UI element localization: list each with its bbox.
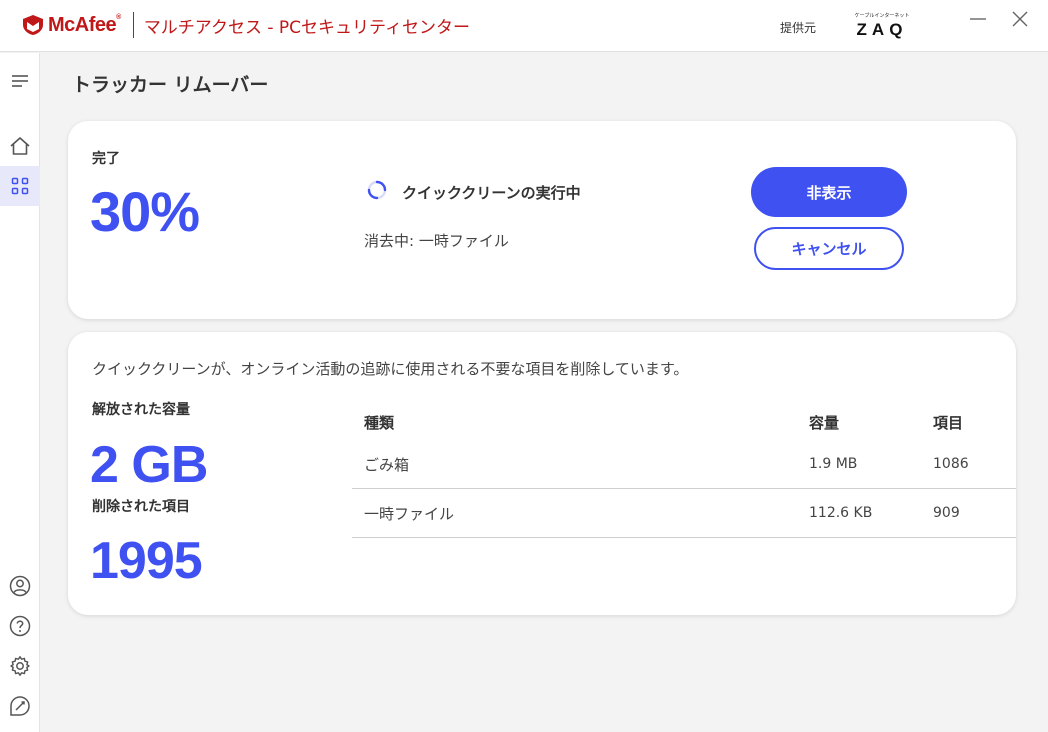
menu-button[interactable]: [0, 61, 40, 101]
title-bar: McAfee® マルチアクセス - PCセキュリティセンター 提供元 ケーブルイ…: [0, 0, 1048, 52]
row-size: 1.9 MB: [809, 456, 858, 472]
sidebar-item-settings[interactable]: [0, 646, 40, 686]
close-icon: [1012, 11, 1028, 27]
sidebar-item-home[interactable]: [0, 126, 40, 166]
loading-spinner-icon: [367, 180, 387, 200]
brand-separator: [132, 12, 134, 38]
removed-items-value: 1995: [90, 532, 203, 590]
brand-registered-mark: ®: [116, 13, 121, 21]
close-button[interactable]: [1002, 6, 1038, 32]
sidebar-item-help[interactable]: [0, 606, 40, 646]
provider-logo: ケーブルインターネット ZAQ: [850, 12, 914, 42]
column-header-type: 種類: [364, 413, 395, 432]
provider-label: 提供元: [780, 21, 817, 35]
table-row: ごみ箱 1.9 MB 1086: [352, 440, 1016, 489]
removed-items-label: 削除された項目: [92, 499, 190, 515]
feedback-icon: [10, 696, 30, 716]
cancel-button[interactable]: キャンセル: [754, 227, 904, 270]
row-items: 909: [933, 505, 960, 521]
minimize-icon: [970, 18, 986, 20]
menu-icon: [12, 75, 28, 87]
status-text: クイッククリーンの実行中: [402, 184, 581, 202]
apps-grid-icon: [11, 177, 29, 195]
row-size: 112.6 KB: [809, 505, 873, 521]
mcafee-shield-icon: [23, 15, 43, 35]
results-table: 種類 容量 項目 ごみ箱 1.9 MB 1086 一時ファイル 112.6 KB…: [352, 404, 1016, 538]
brand: McAfee® マルチアクセス - PCセキュリティセンター: [22, 12, 470, 38]
provider-logo-small-text: ケーブルインターネット: [854, 13, 910, 19]
account-icon: [9, 575, 31, 597]
row-type: 一時ファイル: [364, 504, 455, 523]
row-type: ごみ箱: [364, 455, 410, 474]
row-items: 1086: [933, 456, 969, 472]
minimize-button[interactable]: [960, 6, 996, 32]
hide-button[interactable]: 非表示: [751, 167, 907, 217]
summary-description: クイッククリーンが、オンライン活動の追跡に使用される不要な項目を削除しています。: [92, 360, 689, 378]
brand-name: McAfee®: [48, 13, 121, 36]
sidebar-item-account[interactable]: [0, 566, 40, 606]
done-label: 完了: [92, 151, 120, 167]
home-icon: [10, 137, 30, 155]
settings-icon: [10, 656, 30, 676]
help-icon: [9, 615, 31, 637]
sub-status-text: 消去中: 一時ファイル: [364, 232, 509, 250]
freed-space-value: 2 GB: [90, 436, 208, 494]
product-name: マルチアクセス - PCセキュリティセンター: [143, 17, 471, 38]
progress-card: 完了 30% クイッククリーンの実行中 消去中: 一時ファイル 非表示 キャンセ…: [68, 121, 1016, 319]
sidebar: [0, 53, 40, 732]
table-header: 種類 容量 項目: [352, 404, 1016, 440]
provider-logo-main-text: ZAQ: [856, 20, 908, 39]
freed-space-label: 解放された容量: [92, 402, 190, 418]
progress-percent: 30%: [90, 180, 200, 243]
summary-card: クイッククリーンが、オンライン活動の追跡に使用される不要な項目を削除しています。…: [68, 332, 1016, 615]
table-row: 一時ファイル 112.6 KB 909: [352, 489, 1016, 538]
column-header-items: 項目: [933, 413, 964, 432]
page-title: トラッカー リムーバー: [72, 74, 269, 96]
sidebar-item-feedback[interactable]: [0, 686, 40, 726]
sidebar-item-apps[interactable]: [0, 166, 40, 206]
column-header-size: 容量: [809, 413, 840, 432]
